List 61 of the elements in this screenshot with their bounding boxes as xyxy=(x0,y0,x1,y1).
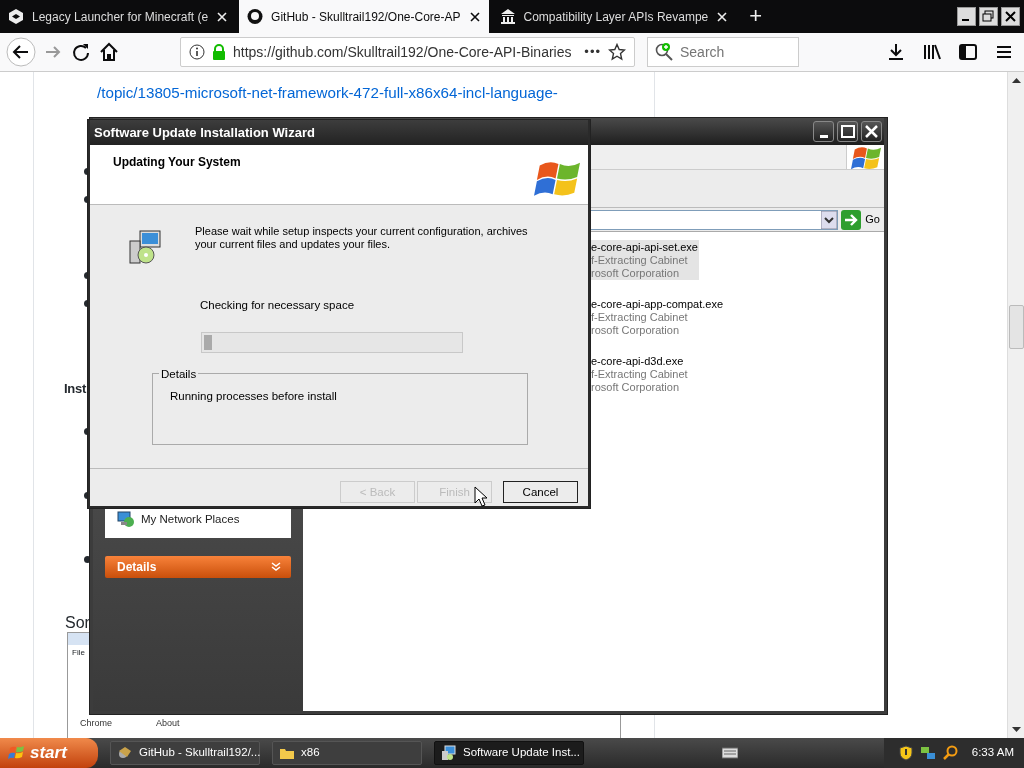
building-icon xyxy=(499,8,516,25)
menu-label: About xyxy=(156,717,180,730)
taskbar-button[interactable]: GitHub - Skulltrail192/... xyxy=(110,741,260,765)
browser-tab[interactable]: Compatibility Layer APIs Revampe xyxy=(491,0,737,33)
search-icon[interactable] xyxy=(941,745,958,761)
menu-label: File xyxy=(72,647,85,659)
network-icon[interactable] xyxy=(919,745,936,761)
shield-icon[interactable] xyxy=(897,745,914,761)
address-bar[interactable]: https://github.com/Skulltrail192/One-Core-API-Binaries ••• xyxy=(180,37,635,67)
site-icon xyxy=(247,8,264,25)
url-text: https://github.com/Skulltrail192/One-Core-API-Binaries xyxy=(233,42,573,62)
download-icon[interactable] xyxy=(886,42,906,62)
scrollbar[interactable] xyxy=(1007,72,1024,738)
browser-tab[interactable]: Legacy Launcher for Minecraft (e xyxy=(0,0,237,33)
taskbar-button[interactable]: Software Update Inst... xyxy=(434,741,584,765)
back-icon[interactable] xyxy=(6,37,36,67)
page-actions-button[interactable]: ••• xyxy=(584,42,601,62)
lock-icon xyxy=(212,44,226,60)
setup-icon xyxy=(128,229,164,265)
search-field[interactable]: Search xyxy=(647,37,799,67)
program-icon xyxy=(117,745,133,761)
window-title: Software Update Installation Wizard xyxy=(90,120,588,145)
star-icon[interactable] xyxy=(608,43,626,61)
browser-tab[interactable]: GitHub - Skulltrail192/One-Core-AP xyxy=(239,0,489,33)
new-tab-button[interactable]: + xyxy=(739,0,773,33)
chevron-icon xyxy=(271,562,281,572)
dropdown-icon[interactable] xyxy=(821,210,838,229)
message-text: Please wait while setup inspects your current configuration, archives your current files and updates your files. xyxy=(195,225,529,252)
maximize-icon[interactable] xyxy=(838,122,857,141)
info-icon[interactable] xyxy=(189,44,205,60)
details-text: Running processes before install xyxy=(170,389,337,405)
setup-icon xyxy=(441,745,457,761)
scroll-thumb[interactable] xyxy=(1009,305,1024,349)
reload-icon[interactable] xyxy=(70,41,92,63)
go-button[interactable]: Go xyxy=(841,209,880,230)
header-title: Updating Your System xyxy=(113,154,241,171)
clock-text: 6:33 AM xyxy=(971,745,1014,761)
restore-icon[interactable] xyxy=(980,8,997,25)
home-icon[interactable] xyxy=(98,41,120,63)
file-item[interactable]: e-core-api-api-set.exe f-Extracting Cabinet rosoft Corporation xyxy=(591,240,699,280)
file-item[interactable]: e-core-api-app-compat.exe f-Extracting Cabinet rosoft Corporation xyxy=(591,297,725,337)
taskbar-button[interactable]: x86 xyxy=(272,741,422,765)
link[interactable]: /topic/13805-microsoft-net-framework-472-full-x86x64-incl-language- xyxy=(97,82,558,105)
close-icon[interactable] xyxy=(468,10,481,23)
cursor-icon xyxy=(474,486,488,508)
section-heading: Inst xyxy=(64,380,86,398)
wizard-button[interactable]: Cancel xyxy=(503,481,578,504)
start-button[interactable]: start xyxy=(0,738,98,768)
file-item[interactable]: e-core-api-d3d.exe f-Extracting Cabinet rosoft Corporation xyxy=(591,354,699,394)
keyboard-icon[interactable] xyxy=(721,747,738,759)
close-icon[interactable] xyxy=(216,10,229,23)
hexagon-icon xyxy=(8,8,24,25)
library-icon[interactable] xyxy=(922,42,942,62)
sidebar-link[interactable]: My Network Places xyxy=(117,510,240,528)
menu-label: Chrome xyxy=(80,717,112,730)
network-icon xyxy=(117,511,135,528)
status-text: Checking for necessary space xyxy=(200,298,355,313)
sidebar-icon[interactable] xyxy=(958,42,978,62)
paragraph-text: Sor xyxy=(65,613,90,633)
flag-icon xyxy=(8,744,26,762)
search-icon xyxy=(654,42,674,62)
